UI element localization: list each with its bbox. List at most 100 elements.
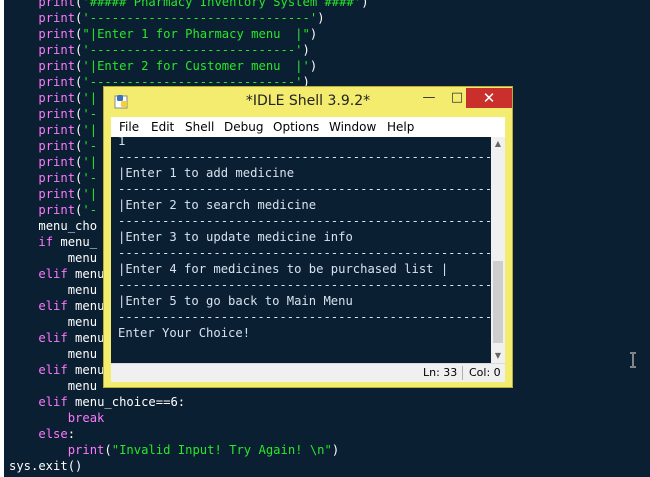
code-token: menu [67,251,98,265]
status-column-number: Col: 0 [469,366,501,379]
code-line: print('| [9,122,97,138]
code-token: ) [361,0,369,9]
code-token: '------------------------------' [82,11,318,25]
code-token: elif [38,395,68,409]
status-divider [462,366,463,380]
code-line: sys.exit() [9,458,82,474]
code-token: break [67,411,105,425]
idle-shell-window[interactable]: *IDLE Shell 3.9.2* — □ ✕ File Edit Shell… [103,86,513,388]
code-line: menu [9,314,97,330]
scrollbar-thumb[interactable] [493,261,503,343]
code-line: break [9,410,105,426]
code-token: ) [331,443,340,457]
shell-output-line: ----------------------------------------… [118,150,491,164]
menu-file[interactable]: File [119,120,139,134]
code-token: ) [309,27,318,41]
shell-output-area[interactable]: 1 ---------------------------------------… [111,137,491,363]
code-token: print [38,0,76,9]
menu-debug[interactable]: Debug [224,120,263,134]
code-line: print('| [9,154,97,170]
code-token: menu_cho [38,219,98,233]
code-line: menu [9,378,97,394]
code-token: print [38,171,76,185]
code-line: menu [9,250,97,266]
code-token: menu_choice==6: [67,395,186,409]
shell-output-line: ----------------------------------------… [118,310,491,324]
code-token: elif [38,331,68,345]
code-line: print('##### Pharmacy Inventory System #… [9,0,369,10]
code-line: print('----------------------------') [9,42,310,58]
code-token: menu [67,363,105,377]
code-line: elif menu [9,298,104,314]
vertical-scrollbar[interactable]: ▲ ▼ [491,137,505,363]
shell-output-line: ----------------------------------------… [118,182,491,196]
close-button[interactable]: ✕ [466,88,512,108]
code-token: '##### Pharmacy Inventory System ####' [82,0,362,9]
menu-shell[interactable]: Shell [185,120,214,134]
menu-edit[interactable]: Edit [151,120,174,134]
code-token: '- [82,171,98,185]
code-line: menu [9,346,97,362]
code-token: "Invalid Input! Try Again! \n" [111,443,332,457]
code-line: print("Invalid Input! Try Again! \n") [9,442,340,458]
shell-output-line: ----------------------------------------… [118,214,491,228]
code-line: print('|Enter 2 for Customer menu |') [9,58,317,74]
code-line: print('- [9,106,97,122]
code-line: print('- [9,202,97,218]
code-line: menu_cho [9,218,97,234]
code-token: '| [82,187,98,201]
code-token: menu [67,315,98,329]
code-token: print [38,75,76,89]
code-token: ) [317,11,325,25]
code-token: menu_ [53,235,98,249]
code-token: ) [302,43,310,57]
menu-bar: File Edit Shell Debug Options Window Hel… [111,117,505,137]
shell-output-line: |Enter 3 to update medicine info | [118,230,491,244]
menu-options[interactable]: Options [273,120,319,134]
scroll-up-icon[interactable]: ▲ [491,137,505,151]
shell-output-line: Enter Your Choice! [118,326,251,340]
code-line: print('- [9,138,97,154]
menu-help[interactable]: Help [387,120,414,134]
status-line-number: Ln: 33 [423,366,458,379]
shell-output-line: |Enter 5 to go back to Main Menu | [118,294,491,308]
code-token: menu [67,299,105,313]
code-token: print [38,11,76,25]
title-bar[interactable]: *IDLE Shell 3.9.2* — □ ✕ [104,87,512,117]
shell-output-line: 1 [118,137,126,148]
code-token: '|Enter 2 for Customer menu |' [82,59,310,73]
shell-output-line: ----------------------------------------… [118,278,491,292]
minimize-button[interactable]: — [414,88,444,108]
code-token: print [38,155,76,169]
scroll-down-icon[interactable]: ▼ [491,349,505,363]
code-token: menu [67,283,98,297]
code-line: print('| [9,186,97,202]
code-line: print('------------------------------') [9,10,325,26]
code-line: elif menu [9,330,104,346]
code-token: : [67,427,76,441]
code-token: print [38,123,76,137]
menu-window[interactable]: Window [329,120,376,134]
code-token: print [38,27,76,41]
